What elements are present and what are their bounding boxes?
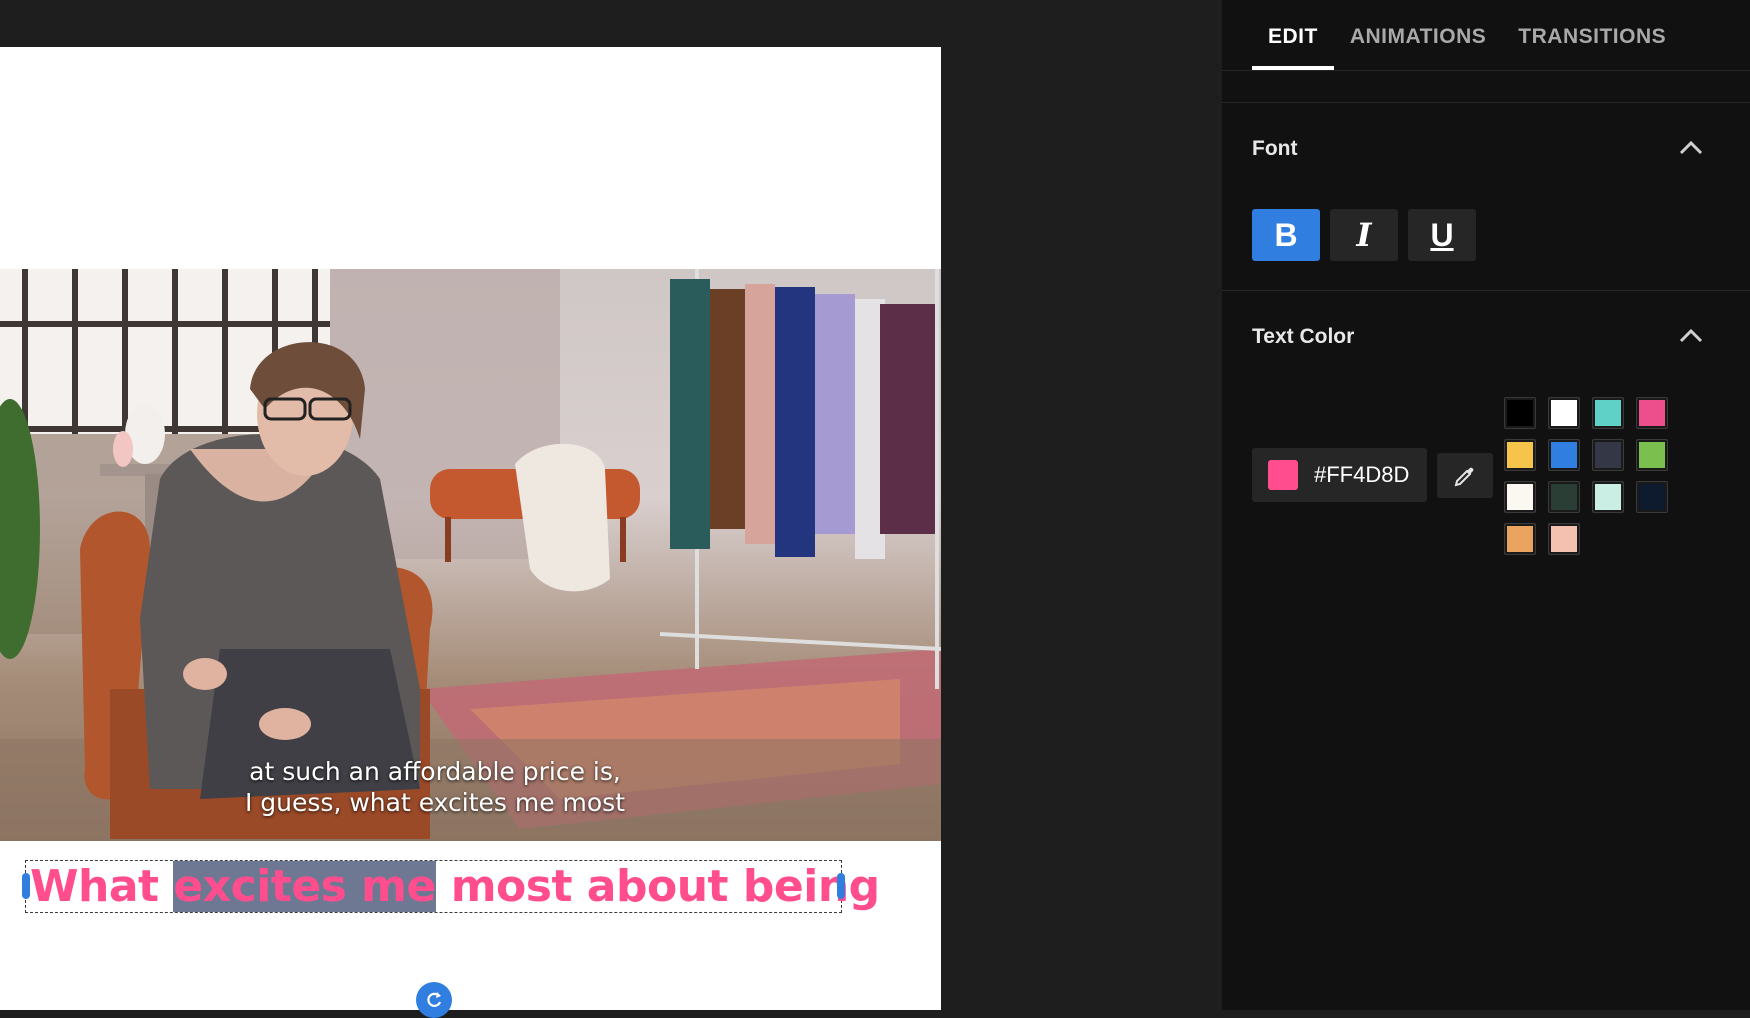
caption-text-before: What [30, 861, 174, 912]
text-color-section-title: Text Color [1252, 325, 1355, 348]
tab-transitions[interactable]: TRANSITIONS [1502, 0, 1682, 70]
video-scene [0, 269, 941, 841]
font-section-title: Font [1252, 137, 1298, 160]
hex-color-field[interactable]: #FF4D8D [1252, 448, 1427, 502]
color-swatch[interactable] [1548, 439, 1580, 471]
color-swatch[interactable] [1636, 439, 1668, 471]
current-color-swatch[interactable] [1268, 460, 1298, 490]
properties-panel: EDIT ANIMATIONS TRANSITIONS Font B I U T… [1222, 0, 1750, 1010]
eyedropper-button[interactable] [1437, 453, 1493, 498]
color-swatch[interactable] [1504, 481, 1536, 513]
color-swatch[interactable] [1636, 397, 1668, 429]
color-swatch[interactable] [1504, 397, 1536, 429]
chevron-up-icon[interactable] [1676, 133, 1706, 163]
hex-color-value[interactable]: #FF4D8D [1314, 462, 1409, 488]
panel-tabs: EDIT ANIMATIONS TRANSITIONS [1252, 0, 1682, 70]
divider [1222, 102, 1750, 103]
color-swatch[interactable] [1592, 481, 1624, 513]
color-swatch[interactable] [1636, 481, 1668, 513]
color-swatch[interactable] [1504, 439, 1536, 471]
caption-text-after: most about being [435, 861, 880, 912]
selection-handle-right[interactable] [837, 873, 845, 899]
subtitle-line-2: I guess, what excites me most [244, 788, 626, 817]
italic-button[interactable]: I [1330, 209, 1398, 261]
bold-button[interactable]: B [1252, 209, 1320, 261]
color-swatch[interactable] [1548, 523, 1580, 555]
chevron-up-icon[interactable] [1676, 321, 1706, 351]
caption-text-box[interactable]: What excites me most about being [25, 860, 880, 913]
color-swatch[interactable] [1592, 397, 1624, 429]
tab-animations[interactable]: ANIMATIONS [1334, 0, 1502, 70]
rotate-icon[interactable] [416, 982, 452, 1018]
subtitle-line-1: at such an affordable price is, [249, 757, 621, 786]
video-frame[interactable]: at such an affordable price is, I guess,… [0, 269, 941, 841]
divider [1222, 70, 1750, 71]
divider [1222, 290, 1750, 291]
selection-handle-left[interactable] [22, 873, 30, 899]
caption-text-selected[interactable]: excites me [173, 861, 436, 912]
color-swatch[interactable] [1548, 397, 1580, 429]
color-swatch[interactable] [1592, 439, 1624, 471]
underline-button[interactable]: U [1408, 209, 1476, 261]
color-swatch[interactable] [1548, 481, 1580, 513]
editor-canvas: at such an affordable price is, I guess,… [0, 0, 1222, 1018]
eyedropper-icon [1454, 467, 1474, 486]
color-swatch[interactable] [1504, 523, 1536, 555]
tab-edit[interactable]: EDIT [1252, 0, 1334, 70]
